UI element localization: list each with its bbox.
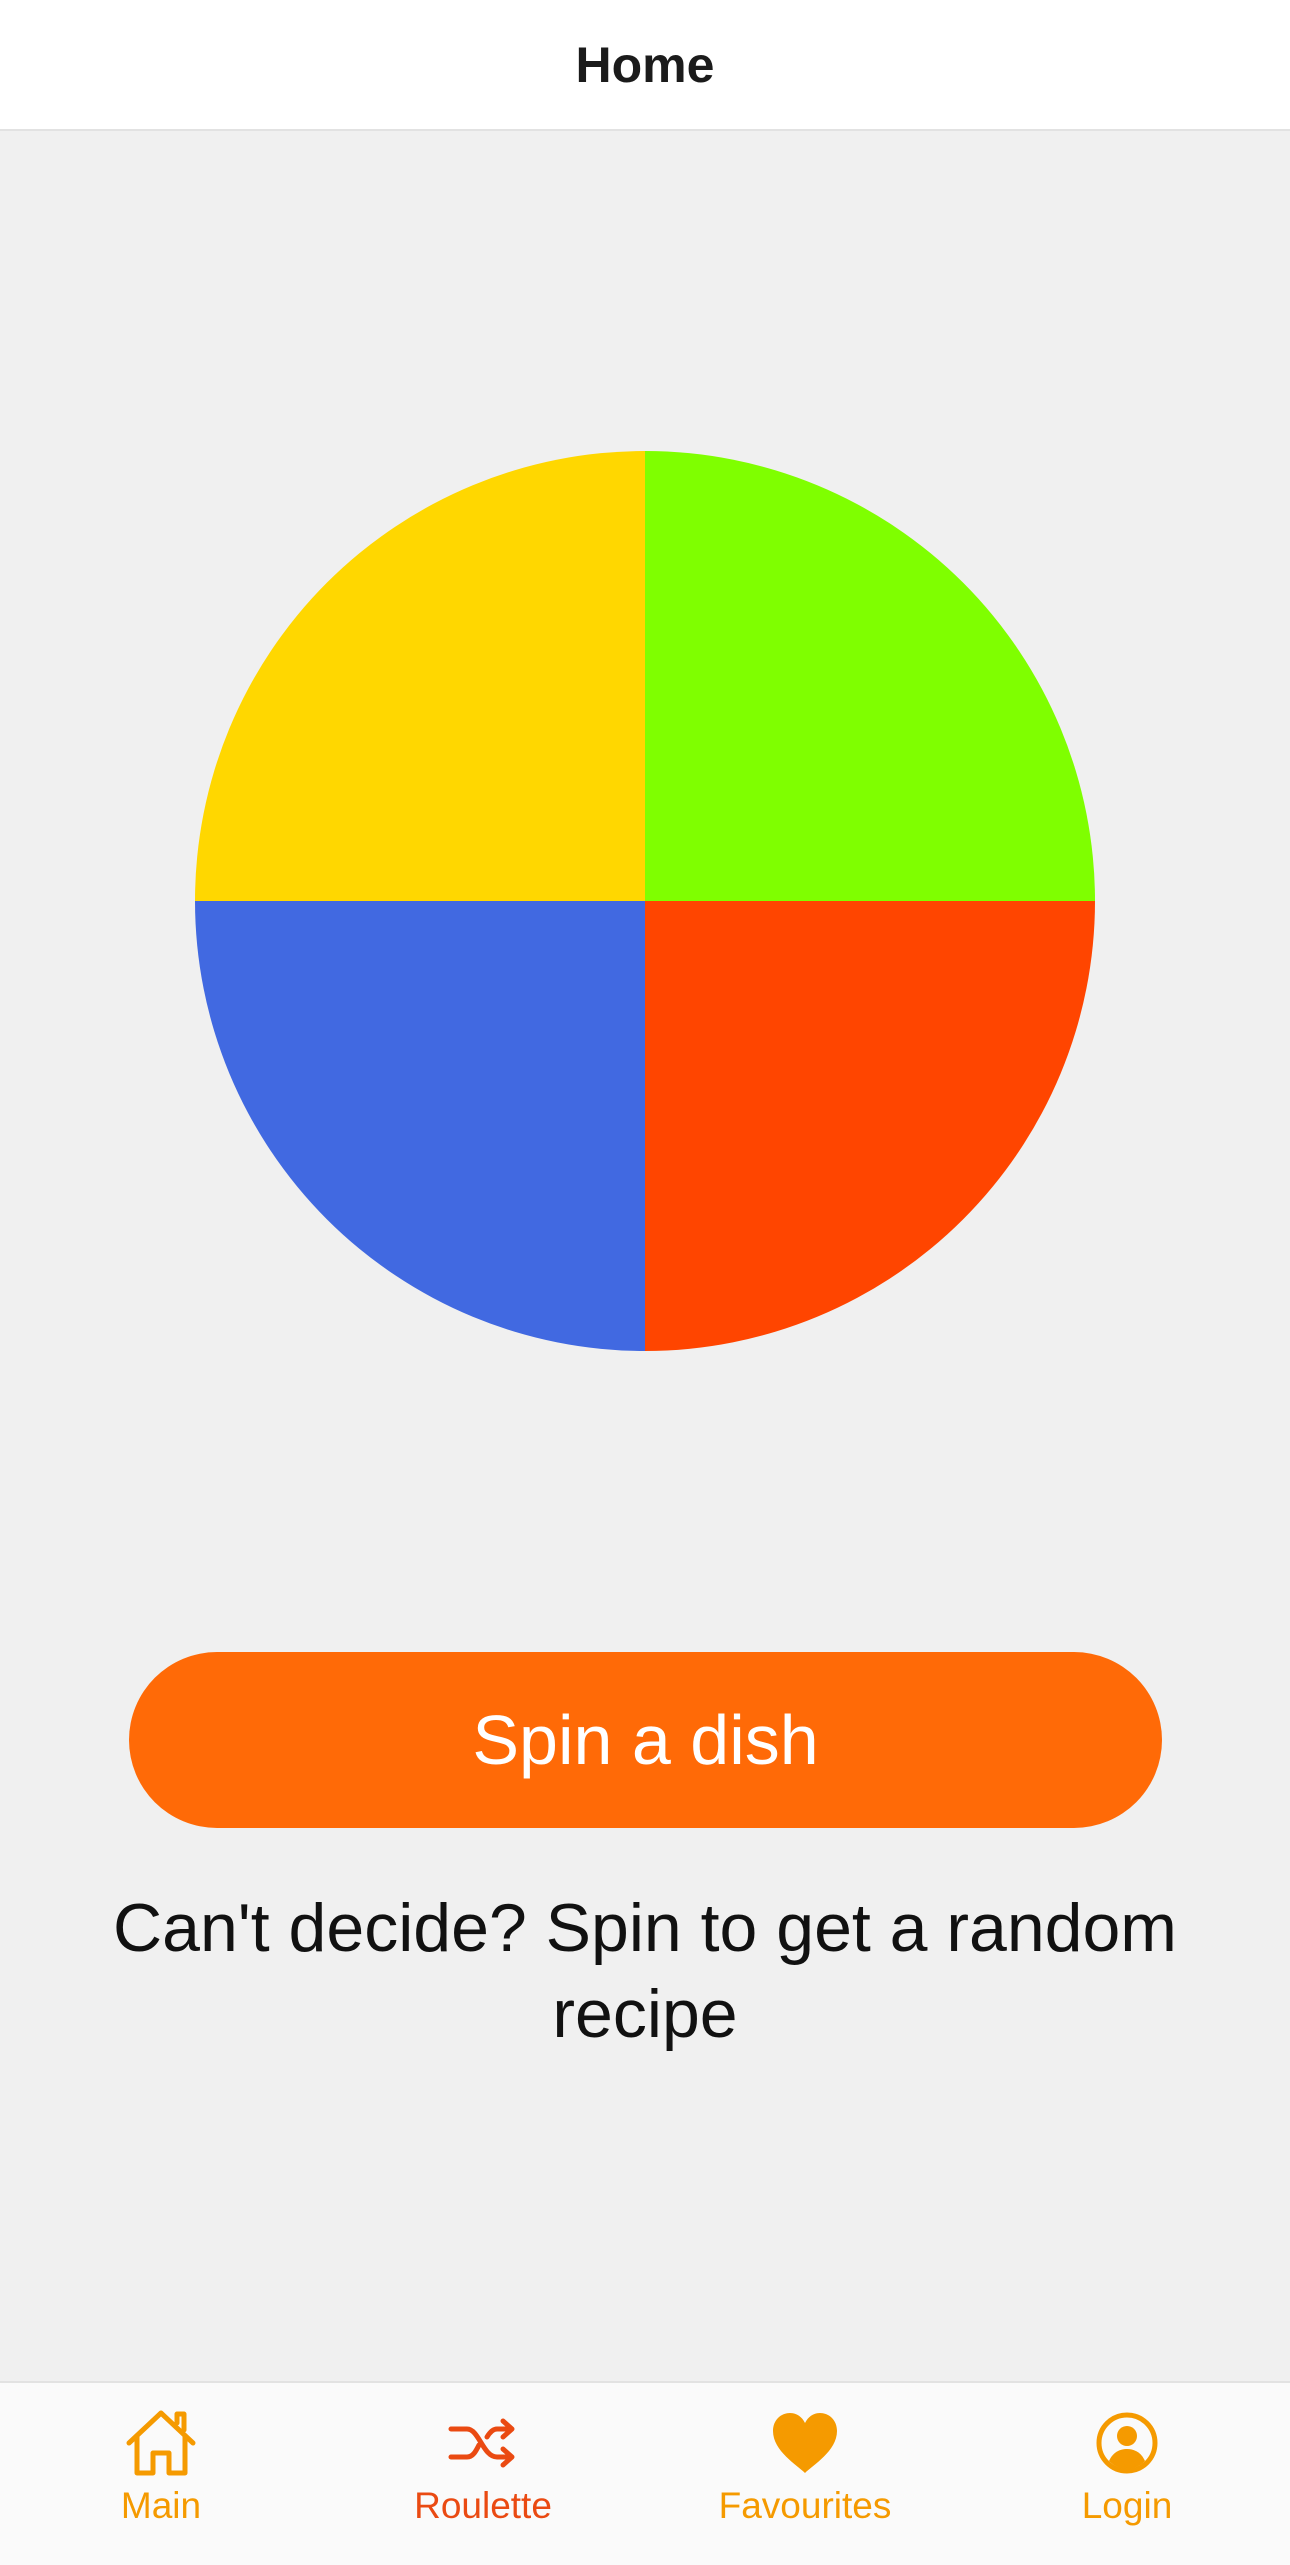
- tab-login[interactable]: Login: [966, 2383, 1288, 2565]
- wheel-segment-green: [645, 451, 1095, 901]
- page-title: Home: [575, 36, 715, 93]
- tab-favourites[interactable]: Favourites: [644, 2383, 966, 2565]
- home-icon: [126, 2410, 196, 2476]
- spin-hint-text: Can't decide? Spin to get a random recip…: [113, 1890, 1177, 2052]
- tab-roulette-label: Roulette: [414, 2485, 552, 2526]
- bottom-tab-bar: Main Roulette Favourites Login: [0, 2381, 1290, 2565]
- user-circle-icon: [1096, 2412, 1158, 2474]
- wheel-segment-red: [645, 901, 1095, 1351]
- app-screen: Home Spin a dish Can't decide? Spin to g…: [0, 0, 1290, 2565]
- heart-icon: [773, 2413, 837, 2473]
- shuffle-icon: [448, 2418, 515, 2468]
- tab-roulette[interactable]: Roulette: [322, 2383, 644, 2565]
- wheel-segment-yellow: [195, 451, 645, 901]
- navigation-header: Home: [0, 0, 1290, 131]
- tab-main-label: Main: [120, 2485, 202, 2526]
- roulette-wheel[interactable]: [195, 451, 1095, 1351]
- tab-login-label: Login: [1081, 2485, 1173, 2526]
- tab-main[interactable]: Main: [0, 2383, 322, 2565]
- wheel-segment-blue: [195, 901, 645, 1351]
- spin-a-dish-button[interactable]: Spin a dish: [129, 1652, 1162, 1828]
- tab-favourites-label: Favourites: [718, 2485, 892, 2526]
